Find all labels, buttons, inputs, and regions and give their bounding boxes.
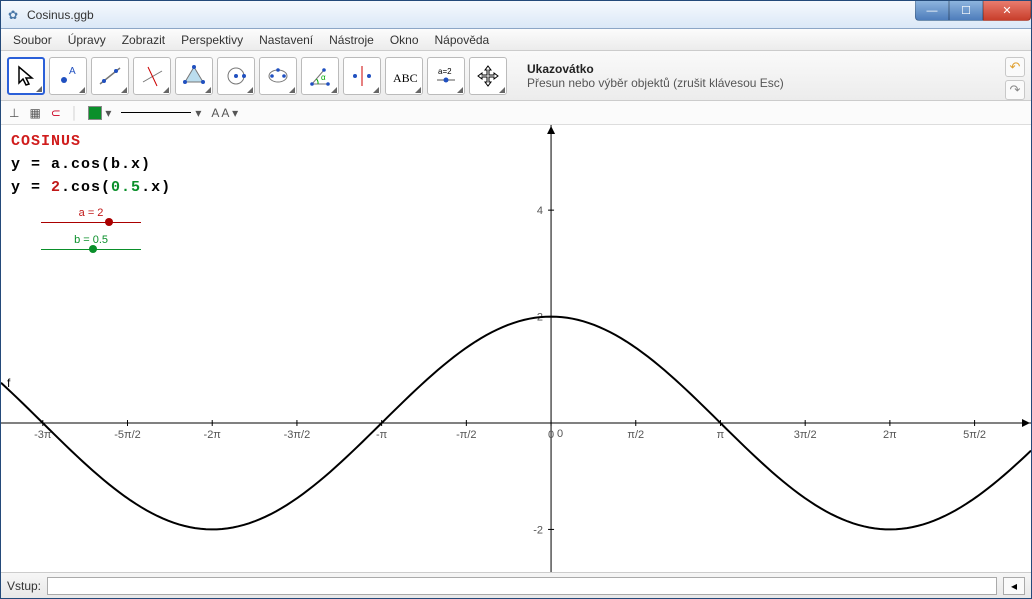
svg-text:0: 0 [548,429,554,441]
overlay-panel: COSINUS y = a.cos(b.x) y = 2.cos(0.5.x) … [11,133,171,250]
toggle-axes-icon[interactable]: ⊥ [9,106,19,120]
menu-help[interactable]: Nápověda [429,31,496,49]
equation-general: y = a.cos(b.x) [11,156,171,173]
graphics-view[interactable]: -3π -5π/2 -2π -3π/2 -π -π/2 0 π/2 π 3π/2 2π 5π/2 -2 2… [1,125,1031,572]
svg-text:2π: 2π [883,429,897,441]
tool-polygon[interactable] [175,57,213,95]
color-picker[interactable]: ▾ [88,106,111,120]
line-style-picker[interactable]: ▾ [121,106,201,120]
tool-circle[interactable] [217,57,255,95]
svg-text:-π/2: -π/2 [456,429,476,441]
svg-text:π: π [717,429,725,441]
svg-text:ABC: ABC [393,71,418,85]
separator: │ [71,106,79,120]
slider-b[interactable]: b = 0.5 [11,233,171,250]
window-title: Cosinus.ggb [27,8,94,22]
tool-name-label: Ukazovátko [527,62,784,76]
svg-text:A: A [69,66,76,77]
tool-angle[interactable]: α [301,57,339,95]
minimize-button[interactable]: — [915,1,949,21]
tool-reflect[interactable] [343,57,381,95]
svg-text:0: 0 [557,428,563,440]
equation-specific: y = 2.cos(0.5.x) [11,179,171,196]
svg-text:-2: -2 [533,524,543,536]
svg-text:-5π/2: -5π/2 [114,429,141,441]
svg-text:3π/2: 3π/2 [794,429,817,441]
eq-pre: y = [11,179,51,196]
tool-move[interactable] [7,57,45,95]
slider-a[interactable]: a = 2 [11,206,171,223]
tool-perpendicular[interactable] [133,57,171,95]
svg-text:-3π/2: -3π/2 [284,429,311,441]
slider-a-label: a = 2 [79,207,104,219]
command-input[interactable] [47,577,997,595]
eq-post: .x) [141,179,171,196]
svg-text:α: α [321,73,326,82]
tool-text[interactable]: ABC [385,57,423,95]
menu-file[interactable]: Soubor [7,31,58,49]
svg-text:f: f [7,376,11,390]
tool-conic[interactable] [259,57,297,95]
toggle-grid-icon[interactable]: ▦ [29,106,40,120]
svg-text:π/2: π/2 [627,429,644,441]
tool-move-view[interactable] [469,57,507,95]
svg-text:-2π: -2π [204,429,222,441]
input-label: Vstup: [7,579,41,593]
menu-tools[interactable]: Nástroje [323,31,380,49]
svg-text:4: 4 [537,205,543,217]
tool-bar: A α [1,51,1031,101]
input-history-button[interactable]: ◂ [1003,577,1025,595]
app-icon: ✿ [5,7,21,23]
tool-hint-label: Přesun nebo výběr objektů (zrušit kláves… [527,76,784,90]
menu-edit[interactable]: Úpravy [62,31,112,49]
eq-a-value: 2 [51,179,61,196]
window-titlebar: ✿ Cosinus.ggb — ☐ ✕ [1,1,1031,29]
tool-point[interactable]: A [49,57,87,95]
font-size-picker[interactable]: A A ▾ [211,106,238,120]
style-bar: ⊥ ▦ ⊂ │ ▾ ▾ A A ▾ [1,101,1031,125]
undo-icon[interactable]: ↶ [1005,57,1025,77]
menu-view[interactable]: Zobrazit [116,31,171,49]
redo-icon[interactable]: ↷ [1005,80,1025,100]
menu-bar: Soubor Úpravy Zobrazit Perspektivy Nasta… [1,29,1031,51]
svg-text:5π/2: 5π/2 [963,429,986,441]
tool-line[interactable] [91,57,129,95]
menu-window[interactable]: Okno [384,31,425,49]
eq-mid: .cos( [61,179,111,196]
tool-slider[interactable]: a=2 [427,57,465,95]
input-bar: Vstup: ◂ [1,572,1031,598]
maximize-button[interactable]: ☐ [949,1,983,21]
menu-settings[interactable]: Nastavení [253,31,319,49]
menu-perspectives[interactable]: Perspektivy [175,31,249,49]
svg-text:-π: -π [376,429,388,441]
close-button[interactable]: ✕ [983,1,1031,21]
plot-title: COSINUS [11,133,171,150]
eq-b-value: 0.5 [111,179,141,196]
svg-text:-3π: -3π [34,429,52,441]
tool-description: Ukazovátko Přesun nebo výběr objektů (zr… [527,62,784,90]
svg-text:a=2: a=2 [438,67,452,76]
magnet-icon[interactable]: ⊂ [51,106,61,120]
